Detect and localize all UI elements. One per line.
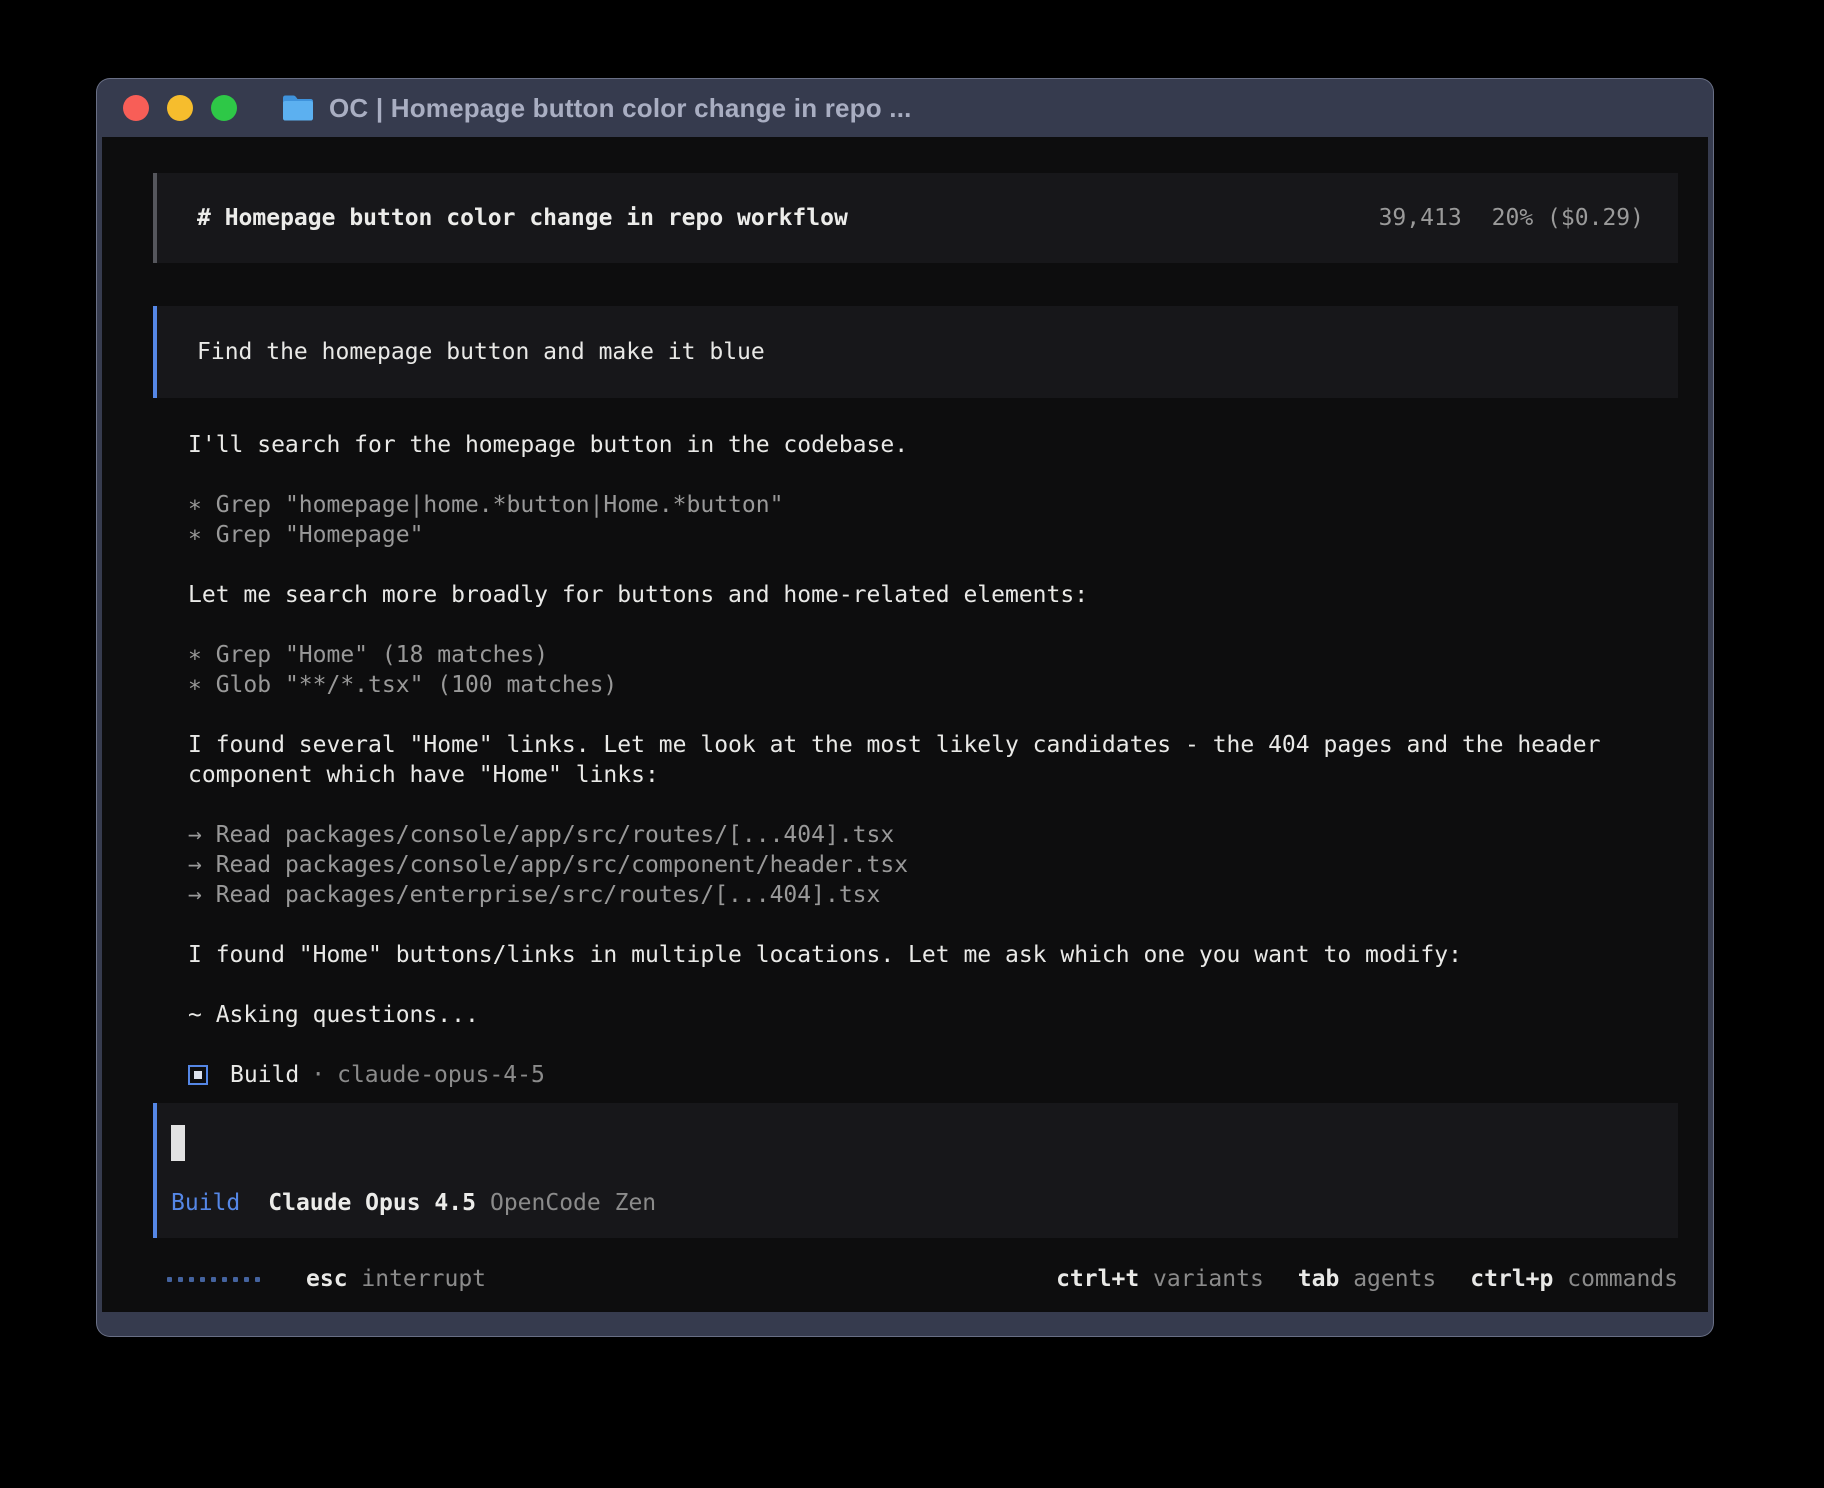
hint-key: ctrl+p — [1470, 1264, 1553, 1294]
spinner-dots-icon — [167, 1277, 260, 1282]
provider-indicator: OpenCode Zen — [490, 1188, 656, 1218]
hint-label: agents — [1353, 1264, 1436, 1294]
session-stats: 39,413 20% ($0.29) — [1379, 203, 1644, 233]
tool-prefix: ∗ — [188, 492, 202, 518]
hint-interrupt: esc interrupt — [306, 1264, 486, 1294]
hint-label: variants — [1153, 1264, 1264, 1294]
status-text: ~ Asking questions... — [188, 1000, 1678, 1030]
agent-badge-icon — [188, 1065, 208, 1085]
hint-key: tab — [1298, 1264, 1340, 1294]
zoom-button[interactable] — [211, 95, 237, 121]
statusbar-right: ctrl+t variants tab agents ctrl+p comman… — [1056, 1264, 1678, 1294]
assistant-text: I'll search for the homepage button in t… — [188, 430, 1678, 460]
agent-badge: Build · claude-opus-4-5 — [188, 1060, 1678, 1090]
session-header: # Homepage button color change in repo w… — [153, 173, 1678, 263]
tool-call-read: → Read packages/console/app/src/routes/[.… — [188, 820, 1678, 850]
text-cursor — [171, 1125, 185, 1161]
input-footer: Build Claude Opus 4.5 OpenCode Zen — [171, 1188, 1658, 1218]
tool-call-text: Grep "homepage|home.*button|Home.*button… — [216, 492, 784, 518]
hint-key: ctrl+t — [1056, 1264, 1139, 1294]
tool-prefix: ∗ — [188, 522, 202, 548]
hint-label: commands — [1567, 1264, 1678, 1294]
assistant-text: I found several "Home" links. Let me loo… — [188, 730, 1678, 790]
hint-variants: ctrl+t variants — [1056, 1264, 1264, 1294]
terminal-window: OC | Homepage button color change in rep… — [96, 78, 1714, 1337]
agent-model: claude-opus-4-5 — [337, 1060, 545, 1090]
tool-call-text: Read packages/console/app/src/routes/[..… — [216, 822, 895, 848]
tool-prefix: ∗ — [188, 672, 202, 698]
traffic-lights — [123, 95, 237, 121]
tool-call-grep: ∗ Grep "Home" (18 matches) — [188, 640, 1678, 670]
arrow-icon: → — [188, 882, 202, 908]
terminal-content: # Homepage button color change in repo w… — [102, 137, 1708, 1312]
window-bottom-frame — [97, 1312, 1713, 1336]
context-usage: 20% ($0.29) — [1492, 203, 1644, 233]
statusbar: esc interrupt ctrl+t variants tab agents… — [153, 1264, 1678, 1294]
assistant-text: I found "Home" buttons/links in multiple… — [188, 940, 1678, 970]
hint-commands: ctrl+p commands — [1470, 1264, 1678, 1294]
window-title: OC | Homepage button color change in rep… — [329, 93, 912, 124]
tool-prefix: ∗ — [188, 642, 202, 668]
dot-separator: · — [311, 1060, 325, 1090]
session-title: # Homepage button color change in repo w… — [197, 203, 848, 233]
tool-call-grep: ∗ Grep "Homepage" — [188, 520, 1678, 550]
folder-icon — [281, 94, 315, 122]
tool-call-glob: ∗ Glob "**/*.tsx" (100 matches) — [188, 670, 1678, 700]
tool-call-text: Grep "Homepage" — [216, 522, 424, 548]
tool-call-text: Glob "**/*.tsx" (100 matches) — [216, 672, 618, 698]
tool-call-grep: ∗ Grep "homepage|home.*button|Home.*butto… — [188, 490, 1678, 520]
user-message: Find the homepage button and make it blu… — [153, 306, 1678, 398]
titlebar[interactable]: OC | Homepage button color change in rep… — [97, 79, 1713, 137]
tool-call-text: Read packages/console/app/src/component/… — [216, 852, 908, 878]
hint-agents: tab agents — [1298, 1264, 1436, 1294]
close-button[interactable] — [123, 95, 149, 121]
tool-call-read: → Read packages/enterprise/src/routes/[..… — [188, 880, 1678, 910]
user-message-text: Find the homepage button and make it blu… — [197, 337, 765, 367]
minimize-button[interactable] — [167, 95, 193, 121]
hint-key: esc — [306, 1264, 348, 1294]
mode-indicator[interactable]: Build — [171, 1188, 240, 1218]
tool-call-text: Grep "Home" (18 matches) — [216, 642, 548, 668]
statusbar-left: esc interrupt — [153, 1264, 486, 1294]
hint-label: interrupt — [361, 1264, 486, 1294]
tool-call-read: → Read packages/console/app/src/component… — [188, 850, 1678, 880]
arrow-icon: → — [188, 852, 202, 878]
assistant-text: Let me search more broadly for buttons a… — [188, 580, 1678, 610]
tool-call-text: Read packages/enterprise/src/routes/[...… — [216, 882, 881, 908]
token-count: 39,413 — [1379, 203, 1462, 233]
arrow-icon: → — [188, 822, 202, 848]
model-indicator[interactable]: Claude Opus 4.5 — [268, 1188, 476, 1218]
assistant-transcript: I'll search for the homepage button in t… — [153, 430, 1678, 1090]
agent-name: Build — [230, 1060, 299, 1090]
prompt-input[interactable]: Build Claude Opus 4.5 OpenCode Zen — [153, 1103, 1678, 1238]
